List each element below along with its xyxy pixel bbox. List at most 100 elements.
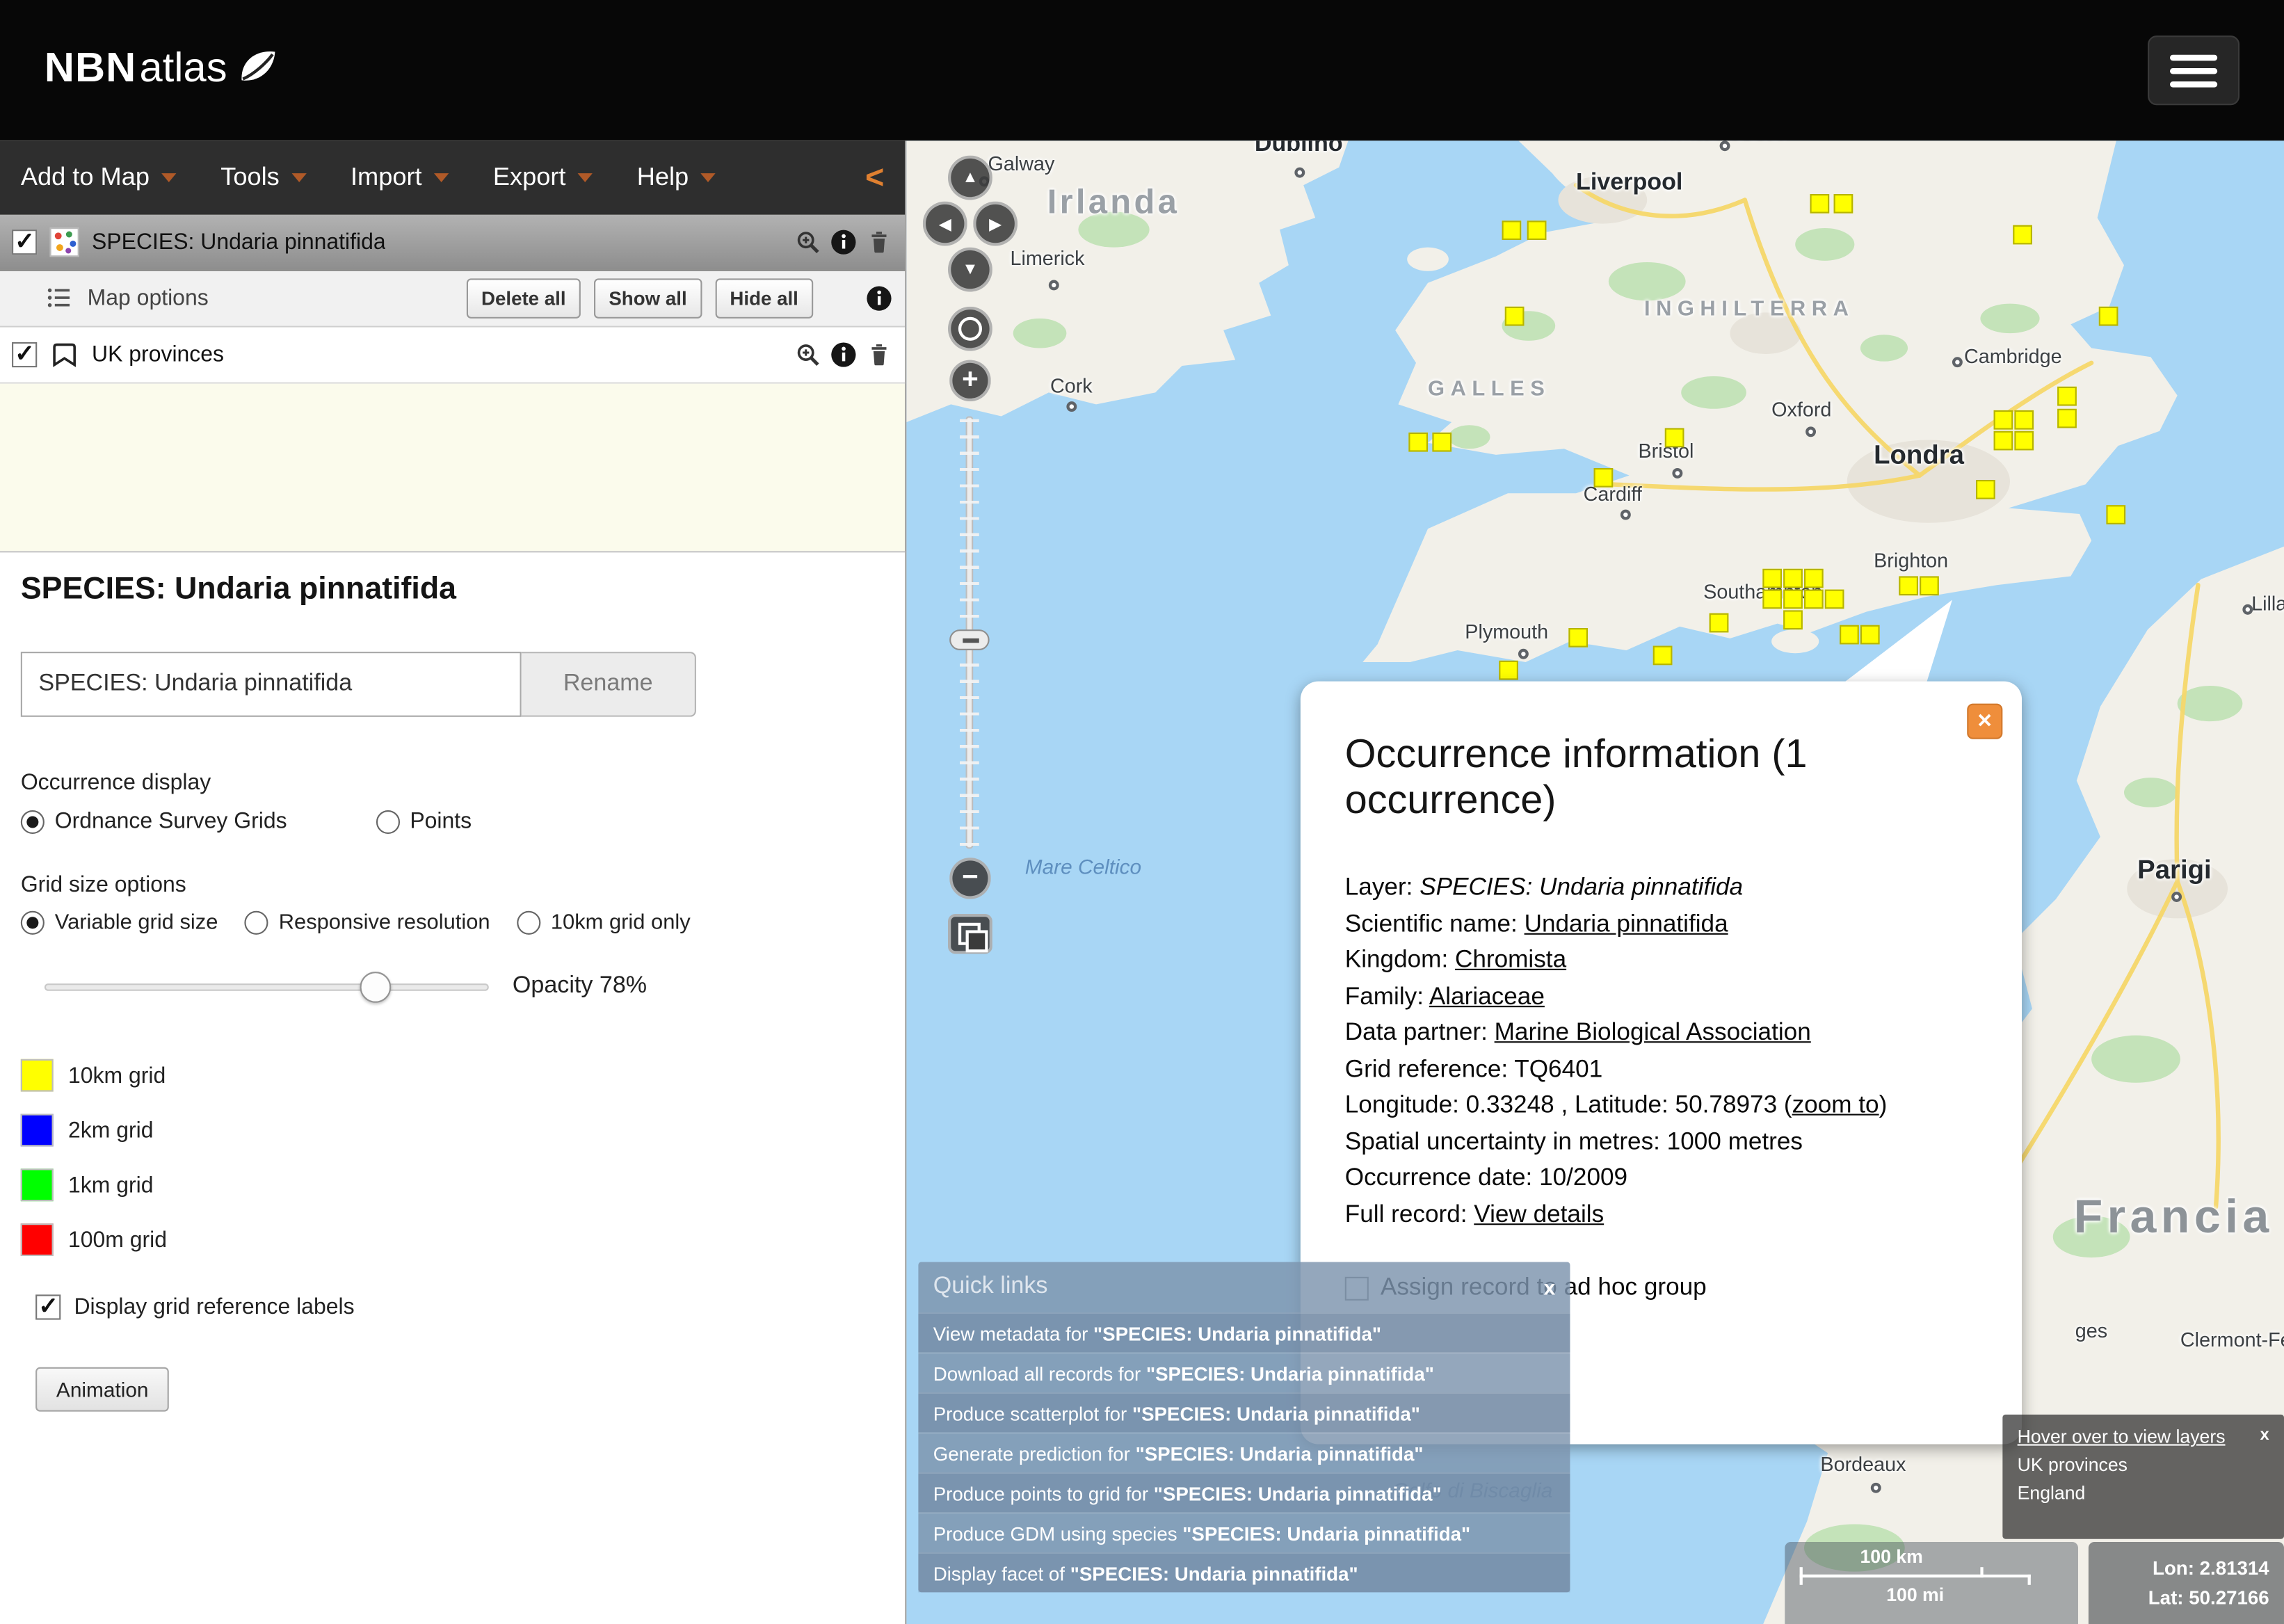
zoom-out-button[interactable]: − [949,858,991,899]
opacity-slider-thumb[interactable] [360,971,392,1002]
popup-detail-row: Layer: SPECIES: Undaria pinnatifida [1345,869,1977,906]
delete-all-button[interactable]: Delete all [467,278,581,319]
occurrence-grid-square[interactable] [2014,410,2034,430]
quick-link-item[interactable]: Produce GDM using species "SPECIES: Unda… [918,1512,1570,1552]
quick-link-item[interactable]: Display facet of "SPECIES: Undaria pinna… [918,1552,1570,1593]
occurrence-grid-square[interactable] [1762,590,1782,609]
occurrence-grid-square[interactable] [2014,431,2034,451]
occurrence-grid-square[interactable] [2057,409,2077,428]
occurrence-grid-square[interactable] [1408,433,1428,452]
occurrence-grid-square[interactable] [1505,307,1525,326]
occurrence-grid-square[interactable] [1783,590,1803,609]
popup-detail-row: Full record: View details [1345,1196,1977,1232]
radio-os-grids[interactable] [21,810,45,833]
zoom-slider-handle[interactable] [949,629,990,650]
occurrence-grid-square[interactable] [1825,590,1844,609]
occurrence-grid-square[interactable] [1994,410,2013,430]
quick-link-item[interactable]: Download all records for "SPECIES: Undar… [918,1352,1570,1392]
animation-button[interactable]: Animation [35,1367,169,1412]
hamburger-menu-button[interactable] [2148,35,2239,105]
popup-link[interactable]: zoom to [1792,1092,1879,1118]
hide-all-button[interactable]: Hide all [715,278,813,319]
layer-name-input[interactable] [21,652,522,717]
occurrence-grid-square[interactable] [1804,590,1824,609]
text-segment: Kingdom: [1345,947,1455,973]
occurrence-grid-square[interactable] [1783,610,1803,629]
pan-left-button[interactable]: ◀ [923,202,967,246]
map-options-info-icon[interactable] [865,284,893,312]
quick-link-item[interactable]: Generate prediction for "SPECIES: Undari… [918,1432,1570,1472]
occurrence-grid-square[interactable] [1499,661,1518,680]
radio-responsive-resolution[interactable] [245,911,268,935]
delete-layer-icon[interactable] [865,341,893,369]
occurrence-grid-square[interactable] [2057,387,2077,406]
occurrence-grid-square[interactable] [1502,220,1522,240]
layer-info-icon[interactable] [830,228,858,256]
nbn-atlas-logo[interactable]: NBN atlas [45,45,280,97]
occurrence-grid-square[interactable] [2106,505,2125,524]
quick-link-species-name: "SPECIES: Undaria pinnatifida" [1154,1483,1442,1505]
zoom-to-layer-icon[interactable] [794,341,822,369]
layer-row-uk-provinces[interactable]: UK provinces [0,328,905,384]
occurrence-grid-square[interactable] [1860,625,1880,645]
radio-10km-only[interactable] [517,911,540,935]
collapse-sidebar-button[interactable]: < [865,159,884,197]
occurrence-grid-square[interactable] [2099,307,2118,326]
occurrence-grid-square[interactable] [1762,569,1782,588]
hover-layers-close-button[interactable]: x [2260,1426,2269,1445]
layer-row-species[interactable]: SPECIES: Undaria pinnatifida [0,215,905,271]
pan-right-button[interactable]: ▶ [973,202,1018,246]
popup-close-button[interactable]: ✕ [1967,704,2002,739]
quick-link-item[interactable]: Produce points to grid for "SPECIES: Und… [918,1472,1570,1513]
occurrence-grid-square[interactable] [1810,194,1829,214]
occurrence-grid-square[interactable] [1994,431,2013,451]
occurrence-grid-square[interactable] [1432,433,1451,452]
provinces-layer-checkbox[interactable] [12,342,37,367]
quick-link-item[interactable]: View metadata for "SPECIES: Undaria pinn… [918,1312,1570,1353]
pan-up-button[interactable]: ▲ [948,156,992,200]
overview-map-button[interactable] [948,914,992,954]
layer-info-icon[interactable] [830,341,858,369]
occurrence-grid-square[interactable] [1840,625,1859,645]
radio-variable-grid[interactable] [21,911,45,935]
occurrence-grid-square[interactable] [1653,646,1673,666]
quick-link-text: View metadata for [933,1323,1093,1345]
popup-link[interactable]: Undaria pinnatifida [1525,910,1728,937]
occurrence-grid-square[interactable] [1710,613,1729,633]
occurrence-grid-square[interactable] [1804,569,1824,588]
zoom-to-layer-icon[interactable] [794,228,822,256]
occurrence-grid-square[interactable] [1976,480,1995,499]
occurrence-grid-square[interactable] [1920,576,1939,595]
show-all-button[interactable]: Show all [594,278,702,319]
locate-button[interactable] [948,307,992,351]
occurrence-grid-square[interactable] [1665,428,1684,447]
grid-reference-labels-checkbox[interactable] [35,1294,61,1319]
popup-link[interactable]: View details [1474,1200,1604,1227]
quick-link-item[interactable]: Produce scatterplot for "SPECIES: Undari… [918,1392,1570,1433]
occurrence-grid-square[interactable] [1834,194,1853,214]
menu-tools[interactable]: Tools [220,163,306,193]
radio-points[interactable] [376,810,399,833]
menu-add-to-map[interactable]: Add to Map [21,163,177,193]
popup-link[interactable]: Alariaceae [1429,983,1545,1009]
menu-import[interactable]: Import [351,163,449,193]
occurrence-grid-square[interactable] [1568,628,1588,648]
opacity-slider[interactable] [45,983,489,990]
rename-button[interactable]: Rename [522,652,696,717]
occurrence-grid-square[interactable] [1783,569,1803,588]
species-layer-checkbox[interactable] [12,230,37,255]
popup-link[interactable]: Chromista [1455,947,1566,973]
occurrence-grid-square[interactable] [2013,225,2032,245]
occurrence-grid-square[interactable] [1594,468,1614,488]
zoom-in-button[interactable]: + [949,360,991,402]
occurrence-grid-square[interactable] [1899,576,1918,595]
menu-export[interactable]: Export [493,163,593,193]
menu-help[interactable]: Help [637,163,716,193]
quick-links-close-button[interactable]: x [1544,1276,1556,1299]
occurrence-grid-square[interactable] [1527,220,1547,240]
map-canvas[interactable]: ManchesterDublinoGalwayIrlandaLimerickCo… [906,140,2284,1624]
pan-down-button[interactable]: ▼ [948,248,992,292]
menu-label: Import [351,163,422,193]
delete-layer-icon[interactable] [865,228,893,256]
popup-link[interactable]: Marine Biological Association [1495,1019,1811,1045]
